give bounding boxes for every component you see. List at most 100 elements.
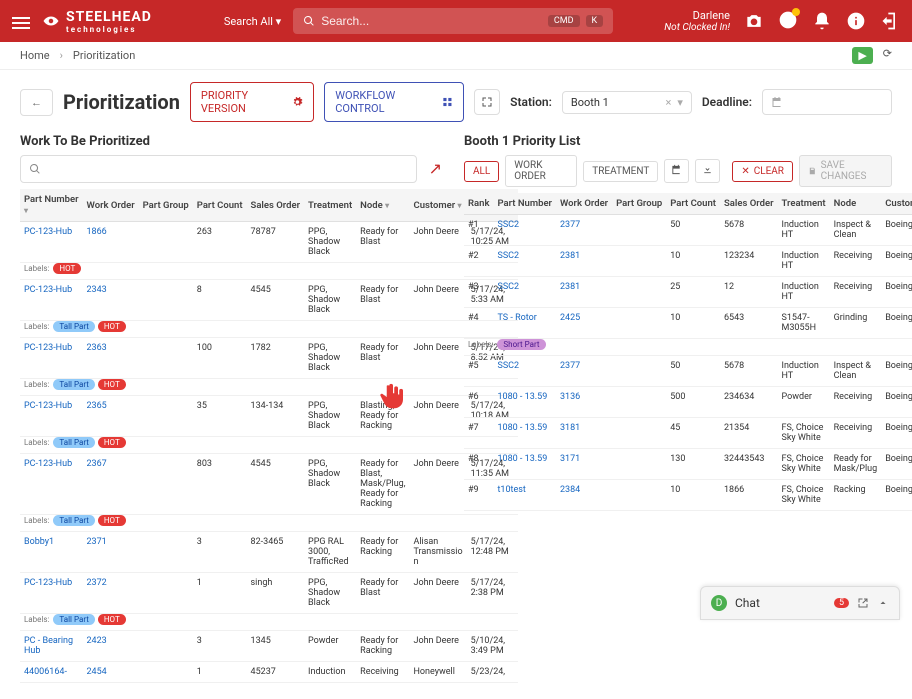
col-work-order[interactable]: Work Order <box>556 193 612 215</box>
part-number-cell[interactable]: t10test <box>493 480 556 511</box>
breadcrumb-home[interactable]: Home <box>20 49 50 62</box>
table-row[interactable]: #61080 - 13.593136500234634PowderReceivi… <box>464 387 912 418</box>
table-row[interactable]: #71080 - 13.5931814521354FS, Choice Sky … <box>464 418 912 449</box>
col-customer[interactable]: Customer <box>881 193 912 215</box>
table-row[interactable]: #81080 - 13.59317113032443543FS, Choice … <box>464 449 912 480</box>
table-row[interactable]: #3SSC223812512Induction HTReceivingBoein… <box>464 277 912 308</box>
table-row[interactable]: Bobby12371382-3465PPG RAL 3000, TrafficR… <box>20 532 518 573</box>
work-order-cell[interactable]: 2371 <box>83 532 139 573</box>
filter-all[interactable]: ALL <box>464 161 499 182</box>
col-part-group[interactable]: Part Group <box>139 189 193 222</box>
col-node[interactable]: Node <box>830 193 882 215</box>
chevron-up-icon[interactable] <box>877 597 889 609</box>
work-order-cell[interactable]: 2381 <box>556 277 612 308</box>
part-number-cell[interactable]: Bobby1 <box>20 532 83 573</box>
workflow-expand-button[interactable] <box>474 89 500 115</box>
col-sales-order[interactable]: Sales Order <box>720 193 778 215</box>
part-number-cell[interactable]: PC-123-Hub <box>20 280 83 321</box>
part-number-cell[interactable]: 1080 - 13.59 <box>493 418 556 449</box>
table-row[interactable]: PC-123-Hub23678034545PPG, Shadow BlackRe… <box>20 454 518 515</box>
work-order-cell[interactable]: 2423 <box>83 631 139 662</box>
filter-treatment[interactable]: TREATMENT <box>583 161 658 182</box>
work-order-cell[interactable]: 2367 <box>83 454 139 515</box>
col-treatment[interactable]: Treatment <box>778 193 830 215</box>
work-order-cell[interactable]: 2372 <box>83 573 139 614</box>
col-work-order[interactable]: Work Order <box>83 189 139 222</box>
left-search[interactable] <box>20 155 417 183</box>
part-number-cell[interactable]: PC-123-Hub <box>20 396 83 437</box>
table-row[interactable]: #2SSC2238110123234Induction HTReceivingB… <box>464 246 912 277</box>
part-number-cell[interactable]: PC-123-Hub <box>20 454 83 515</box>
part-number-cell[interactable]: SSC2 <box>493 215 556 246</box>
col-part-group[interactable]: Part Group <box>612 193 666 215</box>
part-number-cell[interactable]: PC - Bearing Hub <box>20 631 83 662</box>
col-part-number[interactable]: Part Number <box>493 193 556 215</box>
work-order-cell[interactable]: 1866 <box>83 222 139 263</box>
global-search-input[interactable] <box>321 14 542 28</box>
col-customer[interactable]: Customer ▾ <box>409 189 466 222</box>
table-row[interactable]: #1SSC22377505678Induction HTInspect & Cl… <box>464 215 912 246</box>
logout-icon[interactable] <box>880 11 900 31</box>
user-info[interactable]: Darlene Not Clocked In! <box>664 9 730 33</box>
col-treatment[interactable]: Treatment <box>304 189 356 222</box>
part-number-cell[interactable]: PC-123-Hub <box>20 222 83 263</box>
table-row[interactable]: #5SSC22377505678Induction HTInspect & Cl… <box>464 356 912 387</box>
work-order-cell[interactable]: 2425 <box>556 308 612 339</box>
info-icon[interactable] <box>846 11 866 31</box>
work-order-cell[interactable]: 3136 <box>556 387 612 418</box>
refresh-icon[interactable]: ⟳ <box>883 47 892 64</box>
table-row[interactable]: 44006164-2454145237InductionReceivingHon… <box>20 662 518 683</box>
work-order-cell[interactable]: 2343 <box>83 280 139 321</box>
part-number-cell[interactable]: 44006164- <box>20 662 83 683</box>
col-part-number[interactable]: Part Number▾ <box>20 189 83 222</box>
search-all-dropdown[interactable]: Search All ▾ <box>224 15 281 28</box>
clear-station-icon[interactable]: × <box>665 96 671 109</box>
calendar-button[interactable] <box>664 159 689 183</box>
work-order-cell[interactable]: 3171 <box>556 449 612 480</box>
left-search-input[interactable] <box>47 162 408 176</box>
clock-icon-wrap[interactable] <box>778 10 798 33</box>
export-button[interactable] <box>695 159 720 183</box>
workflow-control-button[interactable]: WORKFLOW CONTROL <box>324 82 464 122</box>
col-rank[interactable]: Rank <box>464 193 493 215</box>
save-changes-button[interactable]: SAVE CHANGES <box>799 155 892 187</box>
filter-work-order[interactable]: WORK ORDER <box>505 155 577 187</box>
work-order-cell[interactable]: 2377 <box>556 356 612 387</box>
table-row[interactable]: PC-123-Hub236535134-134PPG, Shadow Black… <box>20 396 518 437</box>
col-part-count[interactable]: Part Count <box>193 189 247 222</box>
col-sales-order[interactable]: Sales Order <box>247 189 305 222</box>
open-in-new-icon[interactable] <box>857 597 869 609</box>
chat-widget[interactable]: D Chat 5 <box>700 586 900 620</box>
camera-icon[interactable] <box>744 11 764 31</box>
work-order-cell[interactable]: 2377 <box>556 215 612 246</box>
station-select[interactable]: Booth 1 × ▾ <box>562 91 692 114</box>
work-order-cell[interactable]: 2384 <box>556 480 612 511</box>
work-order-cell[interactable]: 2365 <box>83 396 139 437</box>
table-row[interactable]: #9t10test2384101866FS, Choice Sky WhiteR… <box>464 480 912 511</box>
deadline-input[interactable] <box>762 89 892 115</box>
priority-version-button[interactable]: PRIORITY VERSION <box>190 82 314 122</box>
part-number-cell[interactable]: SSC2 <box>493 277 556 308</box>
back-button[interactable]: ← <box>20 89 53 116</box>
part-number-cell[interactable]: SSC2 <box>493 246 556 277</box>
work-order-cell[interactable]: 2454 <box>83 662 139 683</box>
col-node[interactable]: Node ▾ <box>356 189 409 222</box>
part-number-cell[interactable]: TS - Rotor <box>493 308 556 339</box>
move-right-button[interactable]: ↗ <box>423 155 448 183</box>
hamburger-icon[interactable] <box>12 14 30 28</box>
clear-button[interactable]: ✕ CLEAR <box>732 161 793 182</box>
part-number-cell[interactable]: PC-123-Hub <box>20 338 83 379</box>
table-row[interactable]: #4TS - Rotor2425106543S1547-M3055HGrindi… <box>464 308 912 339</box>
brand-logo[interactable]: STEELHEAD technologies <box>42 9 152 34</box>
table-row[interactable]: PC-123-Hub23721singhPPG, Shadow BlackRea… <box>20 573 518 614</box>
table-row[interactable]: PC-123-Hub234384545PPG, Shadow BlackRead… <box>20 280 518 321</box>
global-search[interactable]: CMD K <box>293 8 613 34</box>
work-order-cell[interactable]: 2381 <box>556 246 612 277</box>
part-number-cell[interactable]: PC-123-Hub <box>20 573 83 614</box>
play-icon[interactable]: ▶ <box>852 47 872 64</box>
part-number-cell[interactable]: 1080 - 13.59 <box>493 449 556 480</box>
part-number-cell[interactable]: SSC2 <box>493 356 556 387</box>
work-order-cell[interactable]: 3181 <box>556 418 612 449</box>
work-order-cell[interactable]: 2363 <box>83 338 139 379</box>
bell-icon[interactable] <box>812 11 832 31</box>
